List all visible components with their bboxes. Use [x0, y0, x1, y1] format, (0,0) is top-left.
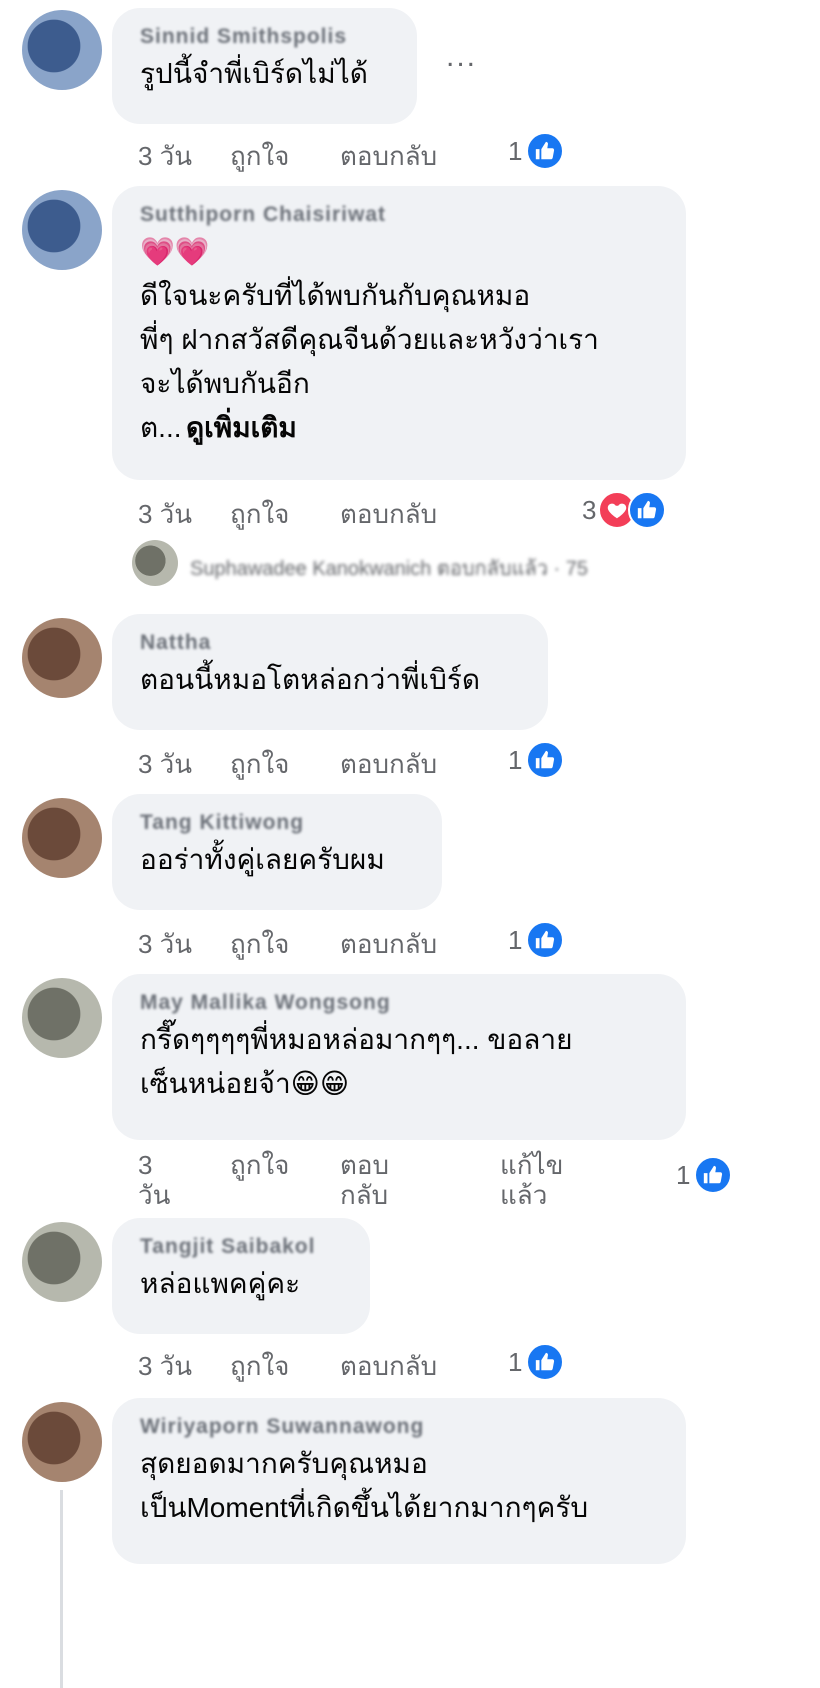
thread-line — [60, 1490, 63, 1688]
avatar[interactable] — [22, 798, 102, 878]
comment-actions: 3 วัน ถูกใจ ตอบกลับ — [138, 494, 498, 529]
timestamp[interactable]: 3 วัน — [138, 744, 192, 785]
timestamp[interactable]: 3 วัน — [138, 924, 192, 965]
comment-text: กรี๊ดๆๆๆๆพี่หมอหล่อมากๆๆ... ขอลาย เซ็นหน… — [140, 1024, 573, 1099]
commenter-name[interactable]: Sinnid Smithspolis — [140, 22, 389, 52]
edited-label: แก้ไข แล้ว — [500, 1150, 564, 1210]
comment-text: รูปนี้จำพี่เบิร์ดไม่ได้ — [140, 58, 368, 89]
comment-bubble: May Mallika Wongsong กรี๊ดๆๆๆๆพี่หมอหล่อ… — [112, 974, 686, 1140]
reaction-count: 1 — [508, 135, 523, 166]
reaction-summary[interactable]: 1 — [508, 1343, 565, 1381]
see-more-link[interactable]: ดูเพิ่มเติม — [186, 412, 297, 443]
more-options-icon[interactable]: ... — [446, 40, 477, 74]
timestamp[interactable]: 3 วัน — [138, 1346, 192, 1387]
reaction-summary[interactable]: 1 — [676, 1156, 733, 1194]
reply-button[interactable]: ตอบกลับ — [340, 494, 437, 535]
comment-actions: 3 วัน ถูกใจ ตอบกลับ — [138, 744, 498, 779]
avatar[interactable] — [22, 1222, 102, 1302]
like-reaction-icon — [526, 741, 565, 779]
comment-text: หล่อแพคคู่คะ — [140, 1268, 301, 1299]
reaction-count: 3 — [582, 494, 597, 525]
comment-emoji: 💗💗 — [140, 236, 210, 267]
comment-actions: 3 วัน ถูกใจ ตอบกลับ — [138, 1346, 498, 1381]
comment-actions: 3 วัน ถูกใจ ตอบกลับ — [138, 924, 498, 959]
reaction-summary[interactable]: 1 — [508, 921, 565, 959]
comment-bubble: Wiriyaporn Suwannawong สุดยอดมากครับคุณห… — [112, 1398, 686, 1564]
avatar[interactable] — [22, 978, 102, 1058]
comment-text: สุดยอดมากครับคุณหมอ เป็นMomentที่เกิดขึ้… — [140, 1448, 589, 1523]
commenter-name[interactable]: Tangjit Saibakol — [140, 1232, 342, 1262]
reaction-count: 1 — [508, 1346, 523, 1377]
reply-button[interactable]: ตอบ กลับ — [340, 1150, 389, 1210]
commenter-name[interactable]: Sutthiporn Chaisiriwat — [140, 200, 658, 230]
commenter-name[interactable]: Wiriyaporn Suwannawong — [140, 1412, 658, 1442]
like-button[interactable]: ถูกใจ — [230, 1150, 289, 1180]
comment-bubble: Sinnid Smithspolis รูปนี้จำพี่เบิร์ดไม่ไ… — [112, 8, 417, 124]
comment-text: ตอนนี้หมอโตหล่อกว่าพี่เบิร์ด — [140, 664, 481, 695]
like-reaction-icon — [694, 1156, 733, 1194]
like-button[interactable]: ถูกใจ — [230, 1346, 289, 1387]
avatar[interactable] — [22, 190, 102, 270]
like-button[interactable]: ถูกใจ — [230, 924, 289, 965]
view-replies-link[interactable]: Suphawadee Kanokwanich ตอบกลับแล้ว · 75 — [190, 552, 750, 580]
reaction-summary[interactable]: 3 — [582, 491, 667, 529]
comment-actions: 3 วัน ถูกใจ ตอบกลับ — [138, 136, 498, 171]
like-reaction-icon — [526, 921, 565, 959]
like-button[interactable]: ถูกใจ — [230, 136, 289, 177]
reaction-summary[interactable]: 1 — [508, 132, 565, 170]
like-reaction-icon — [526, 132, 565, 170]
reply-button[interactable]: ตอบกลับ — [340, 924, 437, 965]
reaction-summary[interactable]: 1 — [508, 741, 565, 779]
reaction-count: 1 — [508, 744, 523, 775]
comment-bubble: Sutthiporn Chaisiriwat 💗💗 ดีใจนะครับที่ไ… — [112, 186, 686, 480]
comment-bubble: Tang Kittiwong ออร่าทั้งคู่เลยครับผม — [112, 794, 442, 910]
reply-button[interactable]: ตอบกลับ — [340, 744, 437, 785]
reply-button[interactable]: ตอบกลับ — [340, 1346, 437, 1387]
like-reaction-icon — [628, 491, 667, 529]
commenter-name[interactable]: May Mallika Wongsong — [140, 988, 658, 1018]
comment-bubble: Tangjit Saibakol หล่อแพคคู่คะ — [112, 1218, 370, 1334]
reply-avatar — [132, 540, 178, 586]
avatar[interactable] — [22, 618, 102, 698]
avatar[interactable] — [22, 10, 102, 90]
comment-bubble: Nattha ตอนนี้หมอโตหล่อกว่าพี่เบิร์ด — [112, 614, 548, 730]
timestamp[interactable]: 3 วัน — [138, 494, 192, 535]
like-button[interactable]: ถูกใจ — [230, 744, 289, 785]
timestamp[interactable]: 3 วัน — [138, 1150, 170, 1210]
like-reaction-icon — [526, 1343, 565, 1381]
reaction-count: 1 — [676, 1159, 691, 1190]
reply-button[interactable]: ตอบกลับ — [340, 136, 437, 177]
comment-text: ออร่าทั้งคู่เลยครับผม — [140, 844, 385, 875]
comment-actions: 3 วัน ถูกใจ ตอบ กลับ แก้ไข แล้ว — [138, 1150, 618, 1216]
reaction-count: 1 — [508, 924, 523, 955]
commenter-name[interactable]: Tang Kittiwong — [140, 808, 414, 838]
avatar[interactable] — [22, 1402, 102, 1482]
like-button[interactable]: ถูกใจ — [230, 494, 289, 535]
commenter-name[interactable]: Nattha — [140, 628, 520, 658]
timestamp[interactable]: 3 วัน — [138, 136, 192, 177]
